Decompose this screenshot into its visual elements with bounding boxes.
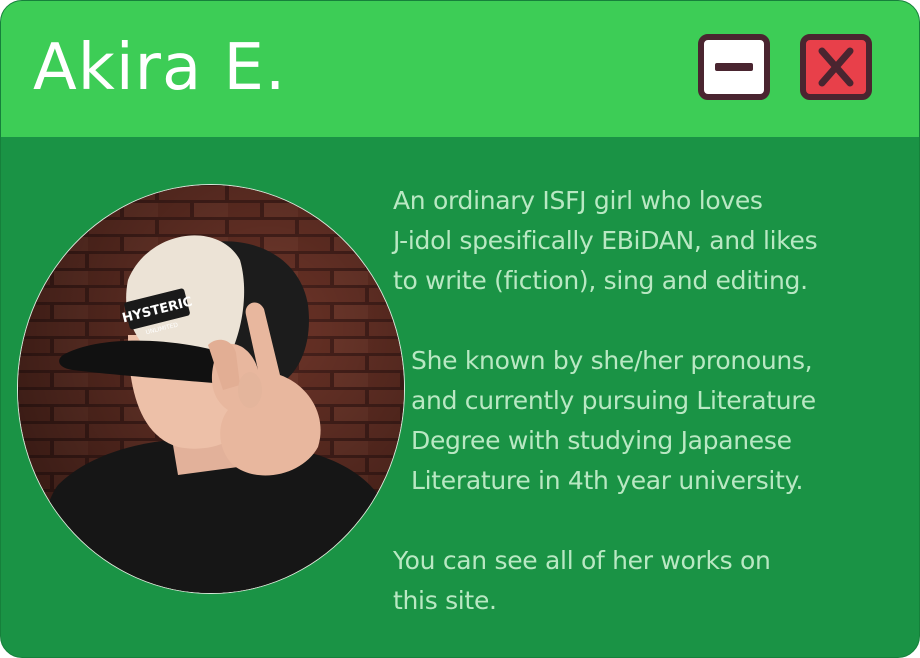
bio-paragraph-works: You can see all of her works on this sit… (393, 541, 893, 621)
bio-line: to write (fiction), sing and editing. (393, 266, 808, 295)
bio-line: You can see all of her works on (393, 546, 771, 575)
close-button[interactable] (800, 34, 872, 100)
bio-line: this site. (393, 586, 497, 615)
minimize-icon (715, 63, 753, 71)
bio-line: She known by she/her pronouns, (411, 346, 813, 375)
profile-photo-illustration: HYSTERIC UNLIMITED (18, 185, 404, 593)
window-content: HYSTERIC UNLIMITED An ordinary ISFJ girl… (1, 137, 919, 657)
bio-line: An ordinary ISFJ girl who loves (393, 186, 763, 215)
close-x-icon (818, 47, 854, 87)
bio-line: Degree with studying Japanese (411, 426, 792, 455)
bio-line: Literature in 4th year university. (411, 466, 804, 495)
bio-paragraph-studies: She known by she/her pronouns, and curre… (411, 341, 916, 501)
bio-line: J-idol spesifically EBiDAN, and likes (393, 226, 818, 255)
bio-line: and currently pursuing Literature (411, 386, 816, 415)
title-bar: Akira E. (1, 1, 919, 137)
profile-window: Akira E. HYSTERIC UNLIMITED An ordinary … (0, 0, 920, 658)
profile-photo: HYSTERIC UNLIMITED (17, 184, 405, 594)
bio-paragraph-intro: An ordinary ISFJ girl who loves J-idol s… (393, 181, 913, 301)
window-title: Akira E. (33, 31, 287, 105)
minimize-button[interactable] (698, 34, 770, 100)
